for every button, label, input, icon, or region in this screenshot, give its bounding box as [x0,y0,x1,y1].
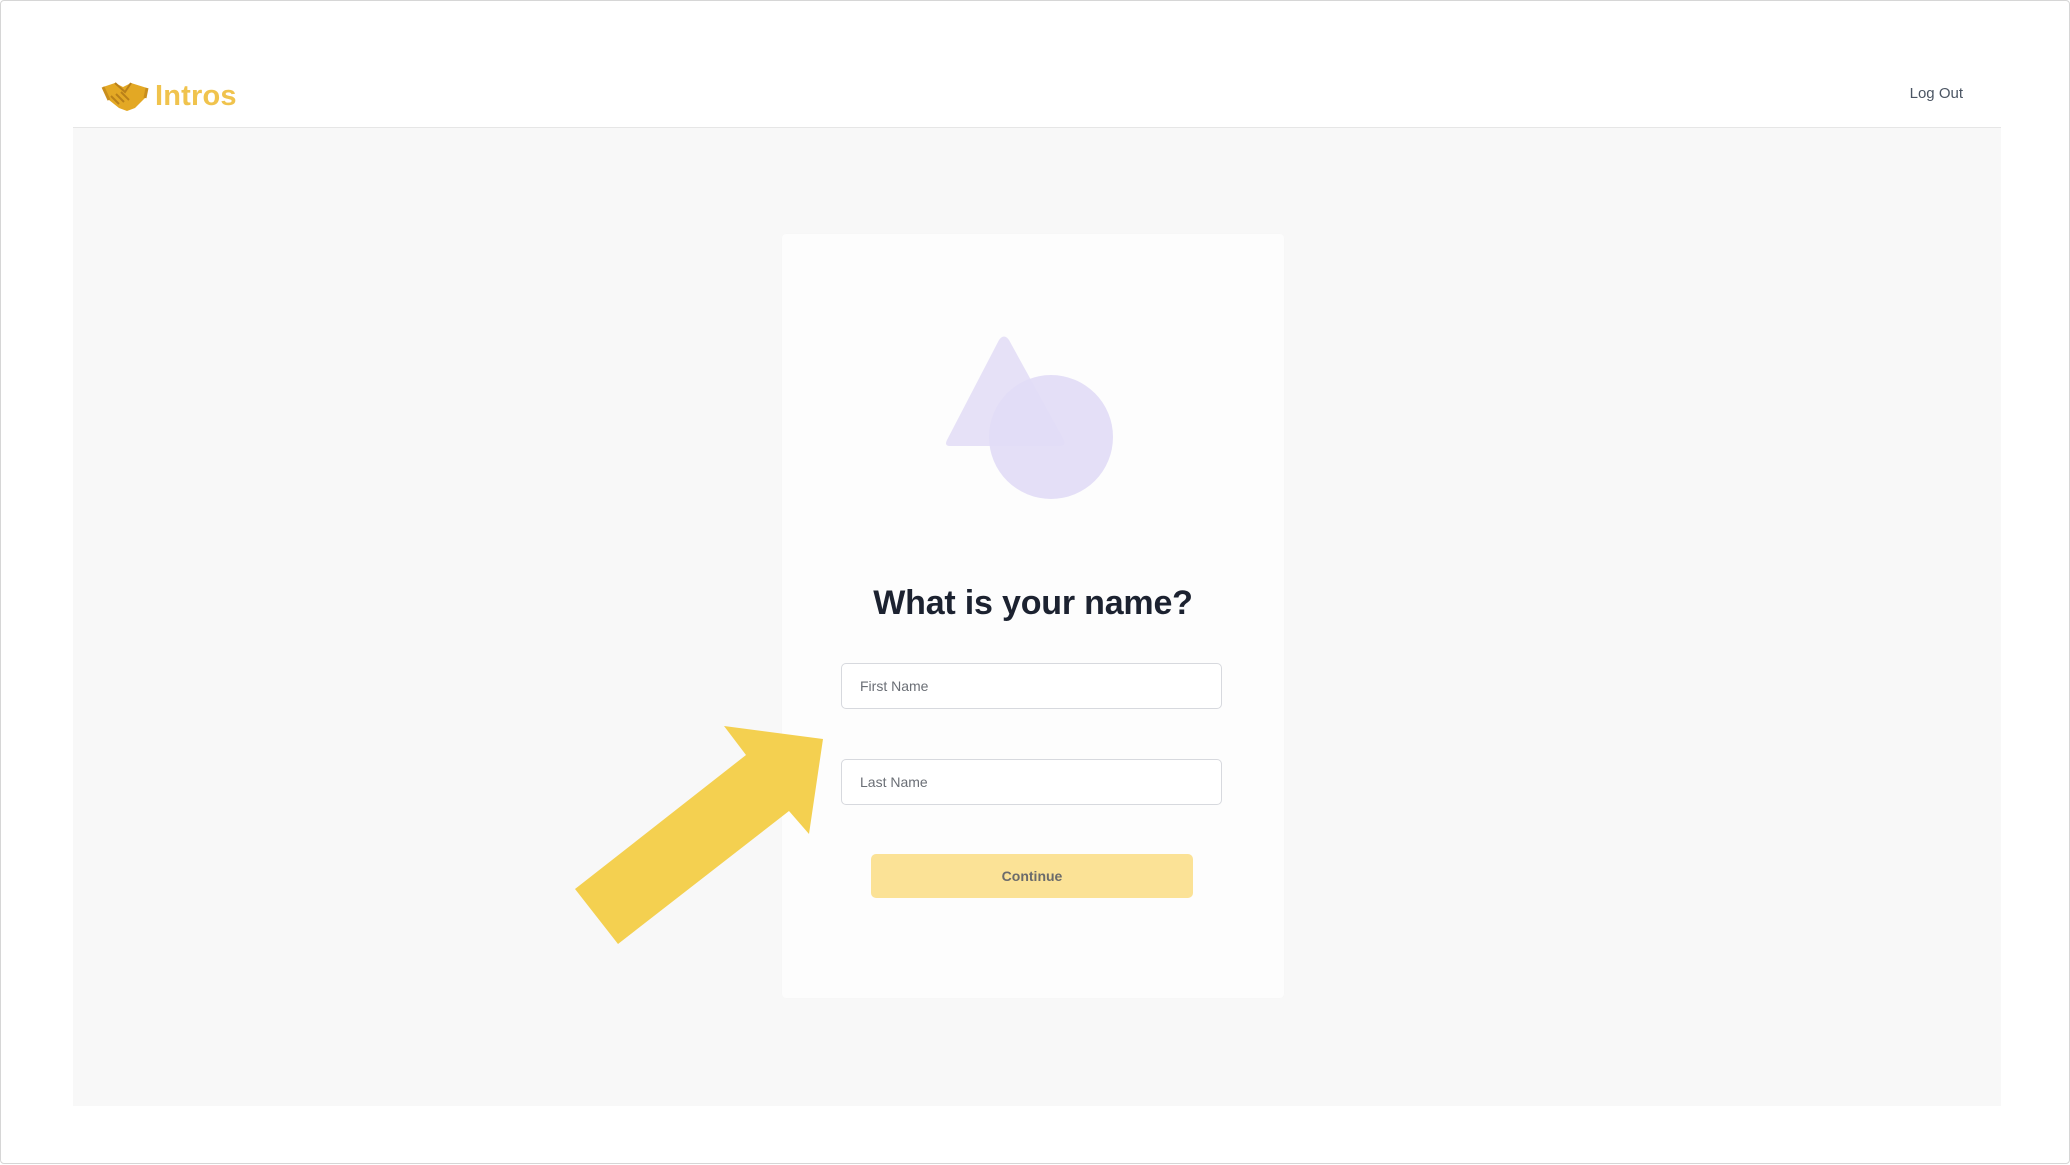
brand-name: Intros [155,79,237,112]
shapes-illustration [942,336,1128,505]
page-title: What is your name? [873,584,1193,622]
first-name-input[interactable] [841,663,1222,709]
last-name-input[interactable] [841,759,1222,805]
app-window: Intros Log Out What is your name? Contin… [73,61,2001,1106]
continue-button[interactable]: Continue [871,854,1193,898]
top-navbar: Intros Log Out [73,61,2001,128]
handshake-icon [101,78,149,114]
brand-logo[interactable]: Intros [101,76,237,116]
name-form-card: What is your name? Continue [782,234,1284,998]
logout-link[interactable]: Log Out [1910,85,1963,102]
screenshot-frame: Intros Log Out What is your name? Contin… [0,0,2070,1164]
content-area: What is your name? Continue [73,128,2001,1106]
